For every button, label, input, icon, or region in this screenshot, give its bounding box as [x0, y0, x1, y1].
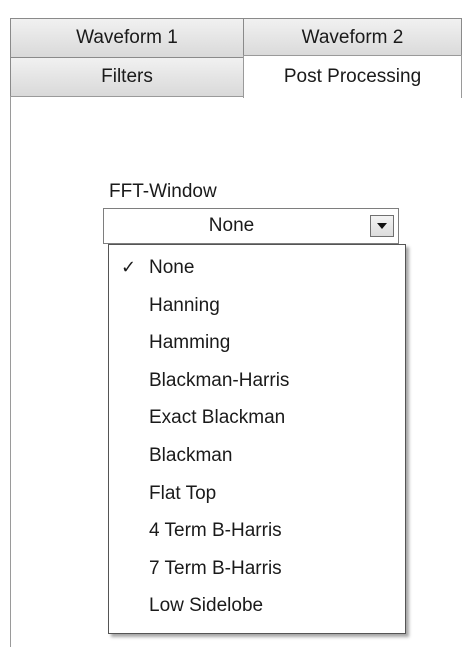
option-label: Flat Top: [149, 482, 217, 504]
option-label: 4 Term B-Harris: [149, 520, 282, 542]
option-label: Blackman-Harris: [149, 369, 290, 391]
chevron-down-icon: [377, 223, 387, 229]
dropdown-button[interactable]: [370, 215, 394, 237]
tab-label: Post Processing: [283, 66, 422, 87]
tab-label: Filters: [101, 66, 153, 87]
option-flat-top[interactable]: Flat Top: [109, 475, 405, 513]
tab-filters[interactable]: Filters: [10, 57, 244, 97]
option-label: Blackman: [149, 444, 233, 466]
option-label: None: [149, 257, 195, 278]
option-hamming[interactable]: Hamming: [109, 324, 405, 362]
option-4-term-b-harris[interactable]: 4 Term B-Harris: [109, 512, 405, 550]
fft-window-dropdown[interactable]: None: [103, 208, 399, 244]
option-label: Exact Blackman: [149, 407, 286, 429]
tab-waveform-1[interactable]: Waveform 1: [10, 18, 244, 58]
fft-window-selected-value: None: [208, 215, 255, 236]
option-low-sidelobe[interactable]: Low Sidelobe: [109, 587, 405, 625]
option-blackman-harris[interactable]: Blackman-Harris: [109, 362, 405, 400]
tab-label: Waveform 1: [76, 27, 178, 48]
fft-window-options-list: ✓ None Hanning Hamming Blackman-Harris E…: [108, 244, 406, 634]
tab-post-processing[interactable]: Post Processing: [243, 55, 462, 98]
option-exact-blackman[interactable]: Exact Blackman: [109, 399, 405, 437]
tab-label: Waveform 2: [301, 27, 404, 48]
option-label: Hanning: [149, 294, 220, 316]
option-label: 7 Term B-Harris: [149, 557, 282, 579]
option-7-term-b-harris[interactable]: 7 Term B-Harris: [109, 550, 405, 588]
tab-waveform-2[interactable]: Waveform 2: [243, 18, 462, 58]
option-label: Hamming: [149, 332, 231, 354]
fft-window-label: FFT-Window: [109, 181, 217, 202]
option-none[interactable]: ✓ None: [109, 249, 405, 287]
option-label: Low Sidelobe: [149, 595, 264, 617]
option-hanning[interactable]: Hanning: [109, 287, 405, 325]
checkmark-icon: ✓: [121, 257, 137, 277]
option-blackman[interactable]: Blackman: [109, 437, 405, 475]
